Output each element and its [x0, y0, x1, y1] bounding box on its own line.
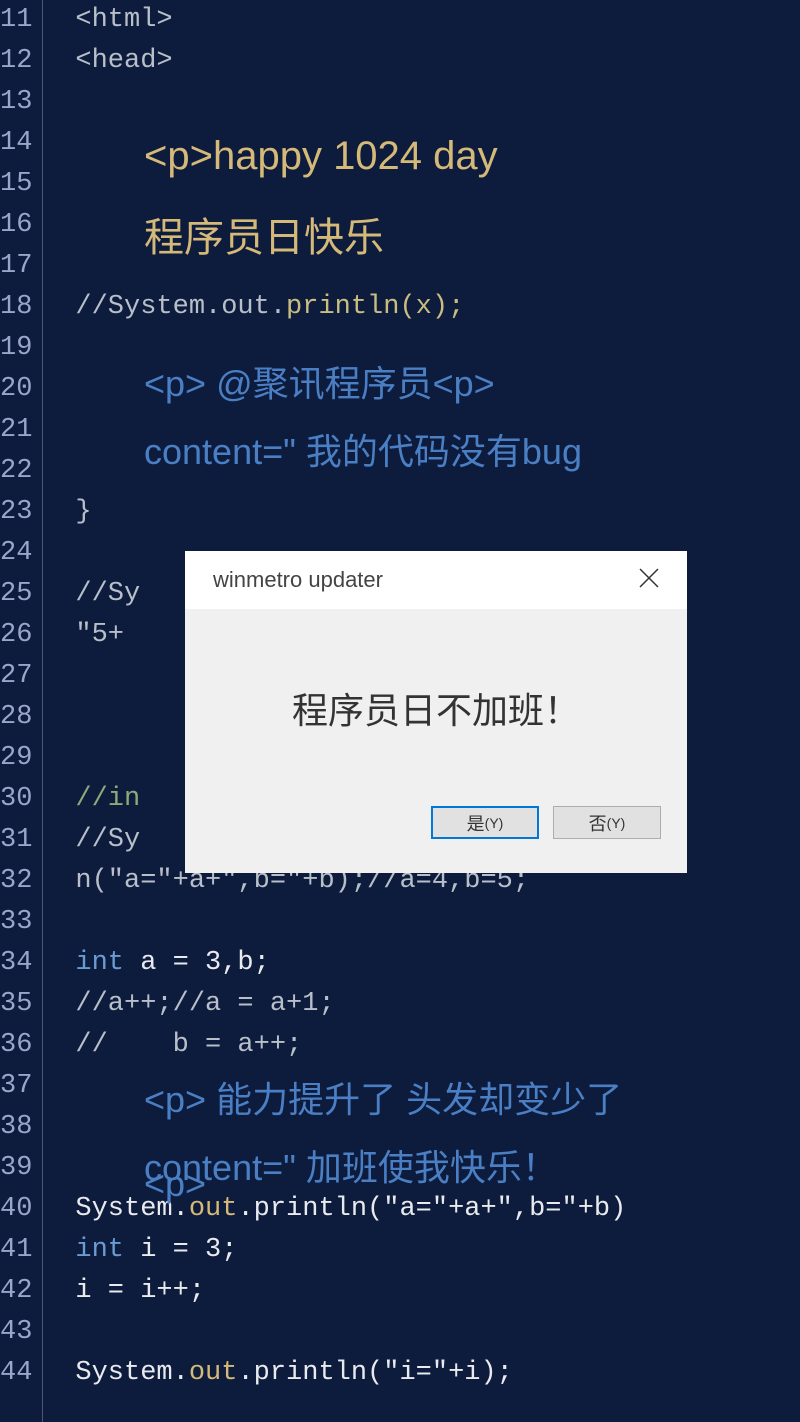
line-number: 16	[0, 205, 32, 246]
line-gutter: 1112131415161718192021222324252627282930…	[0, 0, 43, 1422]
code-line: //a++;//a = a+1;	[75, 984, 800, 1025]
line-number: 43	[0, 1312, 32, 1353]
dialog-message: 程序员日不加班！	[185, 609, 687, 806]
line-number: 13	[0, 82, 32, 123]
line-number: 32	[0, 861, 32, 902]
overlay-gold-title: <p>happy 1024 day 程序员日快乐	[144, 115, 498, 279]
overlay-text: <p> @聚讯程序员<p>	[144, 350, 582, 418]
code-line: <html>	[75, 0, 800, 41]
code-token: //a++;//a = a+1;	[75, 989, 334, 1019]
overlay-blue-content-2: <p> 能力提升了 头发却变少了 content=" 加班使我快乐！	[144, 1066, 622, 1202]
line-number: 36	[0, 1025, 32, 1066]
line-number: 37	[0, 1066, 32, 1107]
code-token: a = 3,b;	[124, 948, 270, 978]
code-line: //System.out.println(x);	[75, 287, 800, 328]
code-token: // b = a++;	[75, 1030, 302, 1060]
overlay-text: 程序员日快乐	[144, 197, 498, 279]
yes-button[interactable]: 是(Y)	[431, 806, 539, 839]
line-number: 15	[0, 164, 32, 205]
line-number: 38	[0, 1107, 32, 1148]
code-token: i = i++;	[75, 1276, 205, 1306]
line-number: 27	[0, 656, 32, 697]
line-number: 26	[0, 615, 32, 656]
line-number: 33	[0, 902, 32, 943]
line-number: 17	[0, 246, 32, 287]
code-token: //in	[75, 784, 140, 814]
code-token: //Sy	[75, 579, 140, 609]
dialog-titlebar[interactable]: winmetro updater	[185, 551, 687, 609]
overlay-text: content=" 加班使我快乐！	[144, 1134, 622, 1202]
line-number: 22	[0, 451, 32, 492]
no-button[interactable]: 否(Y)	[553, 806, 661, 839]
code-token: int	[75, 1235, 124, 1265]
code-line: System.out.println("i="+i);	[75, 1353, 800, 1394]
line-number: 11	[0, 0, 32, 41]
overlay-blue-ptag: <p>	[144, 1150, 206, 1218]
dialog-title: winmetro updater	[213, 567, 383, 593]
line-number: 29	[0, 738, 32, 779]
line-number: 41	[0, 1230, 32, 1271]
code-token: }	[75, 497, 91, 527]
line-number: 25	[0, 574, 32, 615]
code-line: // b = a++;	[75, 1025, 800, 1066]
line-number: 14	[0, 123, 32, 164]
code-token: .println("i="+i);	[237, 1358, 512, 1388]
overlay-text: <p> 能力提升了 头发却变少了	[144, 1066, 622, 1134]
updater-dialog: winmetro updater 程序员日不加班！ 是(Y) 否(Y)	[185, 551, 687, 873]
dialog-button-row: 是(Y) 否(Y)	[185, 806, 687, 873]
code-token: i = 3;	[124, 1235, 237, 1265]
code-line: }	[75, 492, 800, 533]
code-token: //Sy	[75, 825, 140, 855]
line-number: 23	[0, 492, 32, 533]
overlay-text: content=" 我的代码没有bug	[144, 418, 582, 486]
code-line: int i = 3;	[75, 1230, 800, 1271]
line-number: 21	[0, 410, 32, 451]
code-line: <head>	[75, 41, 800, 82]
code-token: <head>	[75, 46, 172, 76]
line-number: 12	[0, 41, 32, 82]
line-number: 44	[0, 1353, 32, 1394]
code-line: i = i++;	[75, 1271, 800, 1312]
close-icon[interactable]	[629, 563, 669, 597]
line-number: 19	[0, 328, 32, 369]
code-line: int a = 3,b;	[75, 943, 800, 984]
overlay-text: <p>happy 1024 day	[144, 115, 498, 197]
code-token: "5+	[75, 620, 124, 650]
code-line	[75, 1312, 800, 1353]
line-number: 28	[0, 697, 32, 738]
line-number: 35	[0, 984, 32, 1025]
code-token: //System.out.	[75, 292, 286, 322]
line-number: 42	[0, 1271, 32, 1312]
line-number: 34	[0, 943, 32, 984]
code-line	[75, 902, 800, 943]
code-token: out	[189, 1358, 238, 1388]
line-number: 20	[0, 369, 32, 410]
code-token: <html>	[75, 5, 172, 35]
line-number: 24	[0, 533, 32, 574]
line-number: 31	[0, 820, 32, 861]
line-number: 39	[0, 1148, 32, 1189]
code-token: System.	[75, 1358, 188, 1388]
line-number: 18	[0, 287, 32, 328]
line-number: 30	[0, 779, 32, 820]
code-token: println(x);	[286, 292, 464, 322]
line-number: 40	[0, 1189, 32, 1230]
code-token: int	[75, 948, 124, 978]
overlay-blue-content-1: <p> @聚讯程序员<p> content=" 我的代码没有bug	[144, 350, 582, 486]
